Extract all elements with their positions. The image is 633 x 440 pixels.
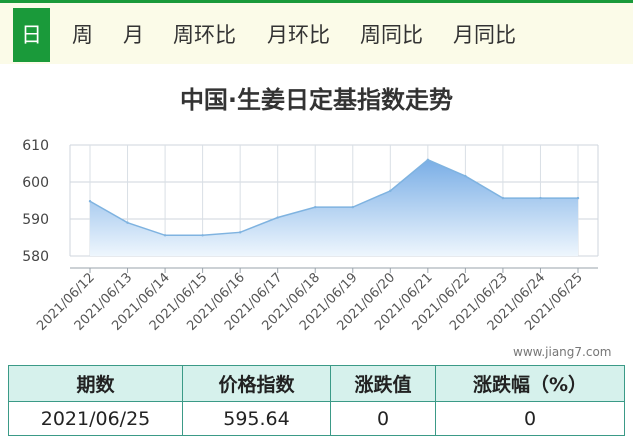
data-point	[426, 158, 430, 161]
y-tick-label: 610	[22, 138, 49, 154]
index-trend-chart: 5805906006102021/06/122021/06/132021/06/…	[22, 138, 599, 334]
table-header-row: 期数 价格指数 涨跌值 涨跌幅（%）	[8, 365, 625, 402]
data-point	[126, 221, 129, 224]
cell-price-index: 595.64	[182, 401, 331, 436]
data-point	[201, 234, 204, 237]
data-point	[238, 231, 242, 234]
cell-change-percent: 0	[435, 401, 625, 436]
col-change-value-header: 涨跌值	[330, 365, 436, 402]
data-point	[389, 189, 392, 193]
table-row: 2021/06/25 595.64 0 0	[8, 401, 625, 436]
data-point	[464, 174, 467, 178]
col-change-percent-header: 涨跌幅（%）	[435, 365, 625, 402]
data-point	[314, 205, 317, 209]
data-point	[276, 216, 279, 219]
data-point	[539, 196, 542, 200]
cell-change-value: 0	[330, 401, 436, 436]
watermark: www.jiang7.com	[513, 345, 612, 359]
summary-table: 期数 价格指数 涨跌值 涨跌幅（%） 2021/06/25 595.64 0 0	[8, 365, 625, 436]
y-tick-label: 590	[22, 212, 49, 228]
data-point	[351, 205, 354, 209]
data-point	[501, 196, 505, 200]
col-period-header: 期数	[8, 365, 183, 402]
data-point	[163, 234, 167, 237]
y-tick-label: 600	[22, 175, 49, 191]
data-point	[576, 196, 580, 200]
cell-period: 2021/06/25	[8, 401, 183, 436]
y-tick-label: 580	[22, 249, 49, 265]
data-point	[88, 200, 92, 203]
col-price-index-header: 价格指数	[182, 365, 331, 402]
